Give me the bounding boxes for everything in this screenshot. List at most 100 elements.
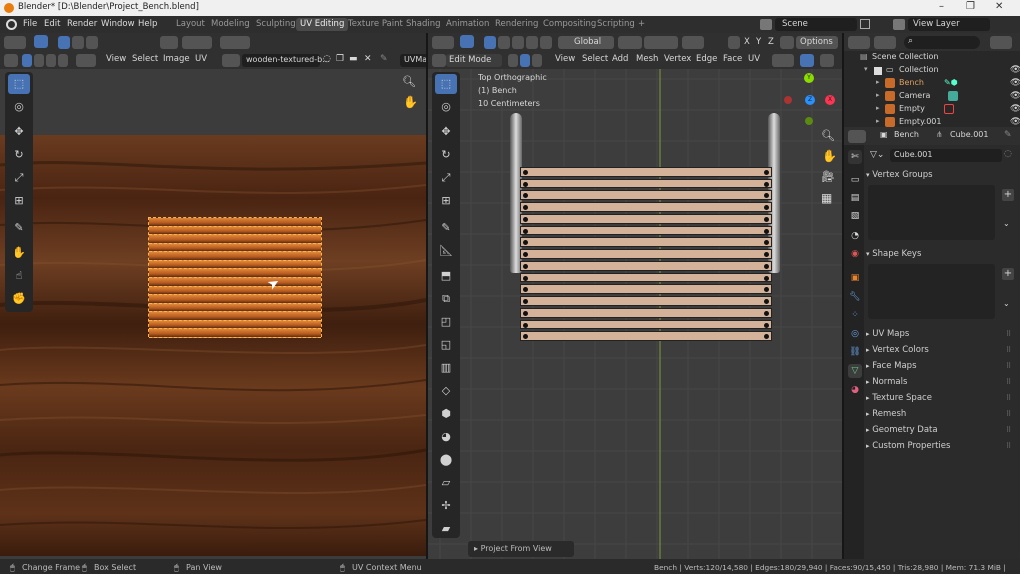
vp-pan-hand-icon[interactable]: ✋ [822, 149, 837, 163]
auto-merge-icon[interactable] [780, 36, 794, 49]
bench-plank[interactable] [520, 319, 772, 330]
minimize-button[interactable]: – [939, 1, 944, 12]
uv-menu-select[interactable]: Select [132, 54, 158, 64]
shape-keys-list[interactable] [868, 264, 995, 319]
vp-mode-new-icon[interactable] [484, 36, 496, 49]
poly-build-icon[interactable]: ⬢ [435, 404, 457, 424]
uv-island[interactable] [148, 217, 322, 338]
vertex-dot[interactable] [764, 310, 769, 316]
vertex-dot[interactable] [764, 240, 769, 246]
gizmo-neg-y[interactable] [805, 117, 813, 125]
drag-handle-icon[interactable]: ⠿ [1006, 410, 1011, 418]
vp-mode-intersect-icon[interactable] [540, 36, 552, 49]
vertex-dot[interactable] [523, 205, 528, 211]
vertex-dot[interactable] [764, 216, 769, 222]
collapse-arrow-icon[interactable]: ▾ [864, 65, 868, 73]
uv-sync-icon[interactable] [4, 54, 18, 67]
maximize-button[interactable]: ❐ [966, 1, 975, 12]
panel-vertex-colors[interactable]: ▸ Vertex Colors [866, 345, 929, 355]
vertex-dot[interactable] [764, 252, 769, 258]
mode-new-icon[interactable] [58, 36, 70, 49]
knife-icon[interactable]: ◇ [435, 381, 457, 401]
vertex-dot[interactable] [523, 228, 528, 234]
vertex-dot[interactable] [523, 310, 528, 316]
vp-menu-vertex[interactable]: Vertex [664, 54, 691, 64]
uv-strip[interactable] [149, 303, 321, 313]
outliner-row-camera[interactable]: ▸ Camera 👁︎ [852, 90, 1020, 103]
mode-extend-icon[interactable] [72, 36, 84, 49]
render-tab-icon[interactable]: ▭ [848, 173, 862, 187]
uv-strip[interactable] [149, 243, 321, 253]
vp-menu-mesh[interactable]: Mesh [636, 54, 658, 64]
bench-plank[interactable] [520, 284, 772, 295]
vp-menu-view[interactable]: View [555, 54, 575, 64]
proportional-icon[interactable] [220, 36, 250, 49]
vertex-dot[interactable] [764, 287, 769, 293]
duplicate-image-icon[interactable]: ❐ [336, 54, 344, 64]
tool-tab-icon[interactable]: ✄ [848, 150, 862, 164]
bench-plank[interactable] [520, 202, 772, 212]
vertex-dot[interactable] [523, 263, 528, 269]
properties-pin-icon[interactable]: ✎ [1004, 130, 1012, 140]
menu-file[interactable]: File [23, 19, 37, 29]
panel-face-maps[interactable]: ▸ Face Maps [866, 361, 917, 371]
bench-plank[interactable] [520, 213, 772, 224]
vp-tweak-icon[interactable]: ⬚ [435, 74, 457, 94]
shrink-fatten-icon[interactable]: ✢ [435, 496, 457, 516]
tab-rendering[interactable]: Rendering [495, 19, 538, 29]
tab-texture-paint[interactable]: Texture Paint [348, 19, 403, 29]
outliner-row-bench[interactable]: ▸ Bench ✎⬢ 👁︎ [852, 77, 1020, 90]
bench-plank[interactable] [520, 178, 772, 189]
eye-icon[interactable]: 👁︎ [1010, 65, 1020, 75]
bench-plank[interactable] [520, 237, 772, 248]
uv-strip[interactable] [149, 278, 321, 287]
face-select-icon[interactable] [46, 54, 56, 67]
add-shape-key-button[interactable]: + [1002, 268, 1014, 280]
gizmo-y-axis[interactable]: Y [804, 73, 814, 83]
breadcrumb-mesh[interactable]: Cube.001 [950, 130, 988, 139]
image-browse-icon[interactable] [222, 54, 240, 67]
uv-strip[interactable] [149, 286, 321, 296]
drag-handle-icon[interactable]: ⠿ [1006, 378, 1011, 386]
vertex-groups-list[interactable] [868, 185, 995, 240]
vertex-dot[interactable] [523, 252, 528, 258]
vertex-dot[interactable] [764, 263, 769, 269]
drag-handle-icon[interactable]: ⠿ [1006, 442, 1011, 450]
transform-tool-icon[interactable]: ⊞ [8, 191, 30, 211]
tab-layout[interactable]: Layout [176, 19, 205, 29]
drag-handle-icon[interactable]: ⠿ [1006, 346, 1011, 354]
mirror-x-toggle[interactable]: X [744, 37, 750, 47]
expand-arrow-icon[interactable]: ▸ [876, 78, 880, 86]
uv-menu-image[interactable]: Image [163, 54, 190, 64]
uv-strip[interactable] [149, 252, 321, 261]
output-tab-icon[interactable]: ▤ [848, 191, 862, 205]
viewport-editor-type-button[interactable] [432, 36, 454, 49]
filter-icon[interactable] [990, 36, 1012, 49]
vp-pivot-icon[interactable] [618, 36, 642, 49]
vp-cursor-icon[interactable]: ◎ [435, 97, 457, 117]
tab-modeling[interactable]: Modeling [211, 19, 250, 29]
mirror-icon[interactable] [728, 36, 740, 49]
vertex-dot[interactable] [764, 322, 769, 328]
eye-icon-bench[interactable]: 👁︎ [1010, 78, 1020, 88]
shape-key-menu-icon[interactable]: ⌄ [1003, 299, 1010, 308]
mode-subtract-icon[interactable] [86, 36, 98, 49]
uv-strip[interactable] [149, 320, 321, 330]
tab-animation[interactable]: Animation [446, 19, 489, 29]
outliner-row-empty[interactable]: ▸ Empty 👁︎ [852, 103, 1020, 116]
uv-strip[interactable] [149, 312, 321, 321]
menu-edit[interactable]: Edit [44, 19, 60, 29]
outliner-search-input[interactable] [904, 36, 980, 49]
mirror-z-toggle[interactable]: Z [768, 37, 774, 47]
panel-geometry-data[interactable]: ▸ Geometry Data [866, 425, 938, 435]
ortho-grid-icon[interactable]: ▦ [821, 191, 832, 205]
panel-texture-space[interactable]: ▸ Texture Space [866, 393, 932, 403]
menu-render[interactable]: Render [67, 19, 97, 29]
vp-scale-icon[interactable]: ⤢ [435, 168, 457, 188]
outliner-row-collection[interactable]: ▾ ▭ Collection 👁︎ [852, 64, 1020, 77]
fake-user-icon[interactable]: ◌ [323, 54, 331, 64]
extrude-icon[interactable]: ⧉ [435, 289, 457, 309]
sticky-select-icon[interactable] [76, 54, 96, 67]
uv-menu-view[interactable]: View [106, 54, 126, 64]
drag-handle-icon[interactable]: ⠿ [1006, 394, 1011, 402]
